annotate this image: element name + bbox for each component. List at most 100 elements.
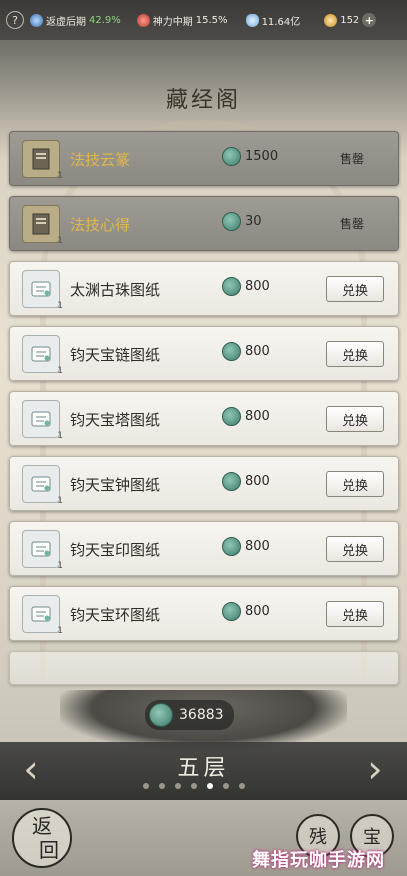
item-name: 钧天宝链图纸 [70,346,161,364]
currency-icon [324,13,338,27]
realm-icon [30,13,43,27]
scroll-icon [31,476,51,491]
add-currency-button[interactable]: + [362,13,377,27]
item-name: 太渊古珠图纸 [70,281,161,299]
item-name: 钧天宝环图纸 [70,606,161,624]
balance-value: 36883 [179,707,224,723]
scroll-icon [31,541,51,556]
item-price: 800 [222,602,270,621]
currency-value: 152 [340,14,360,26]
back-button[interactable]: 返 回 [12,808,72,868]
shop-item-row-partial [9,651,399,685]
next-floor-arrow-icon[interactable]: › [362,748,388,790]
item-name: 钧天宝印图纸 [70,541,161,559]
scroll-icon [31,606,51,621]
spirit-stone-value: 11.64亿 [261,16,301,28]
exchange-button[interactable]: 兑换 [326,276,384,302]
page-dot[interactable] [191,783,197,789]
item-icon-slot[interactable]: 1 [22,204,63,246]
shop-item-row[interactable]: 1 钧天宝链图纸 800 兑换 [9,326,399,381]
item-price: 800 [222,472,270,491]
page-title: 藏经阁 [165,88,241,113]
page-dot[interactable] [223,783,229,789]
price-value: 800 [245,409,270,424]
balance-display: 36883 [145,700,234,730]
exchange-button[interactable]: 兑换 [326,601,384,627]
price-value: 800 [245,344,270,359]
item-price: 1500 [222,147,278,166]
watermark: 舞指玩咖手游网 [252,850,385,871]
item-qty: 1 [57,495,63,506]
item-icon-slot[interactable]: 1 [22,139,63,181]
item-list[interactable]: 1 法技云篆 1500 售罄 1 法技心得 30 售罄 1 太渊古珠图纸 800… [9,131,399,695]
help-button[interactable]: ? [6,11,24,29]
scroll-icon [31,281,51,296]
shop-item-row[interactable]: 1 太渊古珠图纸 800 兑换 [9,261,399,316]
jade-coin-icon [222,472,241,491]
divine-percent: 15.5% [195,14,228,26]
sold-out-label: 售罄 [340,217,365,231]
item-icon-slot[interactable]: 1 [22,464,63,506]
item-price: 800 [222,277,270,296]
floor-label: 五层 [177,756,230,781]
item-name: 法技云篆 [70,151,131,169]
price-value: 800 [245,474,270,489]
item-icon-slot[interactable]: 1 [22,399,63,441]
scroll-icon [31,346,51,361]
page-indicator [143,783,245,789]
status-bar: ? 返虚后期 42.9% 神力中期 15.5% 11.64亿 152 + [0,0,407,40]
realm-percent: 42.9% [89,14,121,26]
shop-item-row[interactable]: 1 钧天宝印图纸 800 兑换 [9,521,399,576]
jade-coin-icon [222,147,241,166]
page-dot[interactable] [239,783,245,789]
item-qty: 1 [57,430,63,441]
shop-item-row[interactable]: 1 法技心得 30 售罄 [9,196,399,251]
item-name: 法技心得 [70,216,131,234]
book-icon [32,213,50,234]
back-label-bottom: 回 [39,838,59,862]
item-price: 30 [222,212,262,231]
shop-item-row[interactable]: 1 钧天宝塔图纸 800 兑换 [9,391,399,446]
item-qty: 1 [57,560,63,571]
shop-item-row[interactable]: 1 法技云篆 1500 售罄 [9,131,399,186]
price-value: 800 [245,279,270,294]
page-dot[interactable] [207,783,213,789]
item-qty: 1 [57,365,63,376]
page-dot[interactable] [159,783,165,789]
jade-coin-icon [222,277,241,296]
page-dot[interactable] [175,783,181,789]
item-name: 钧天宝钟图纸 [70,476,161,494]
spirit-stone-icon [245,13,259,27]
price-value: 800 [245,604,270,619]
exchange-button[interactable]: 兑换 [326,536,384,562]
shop-item-row[interactable]: 1 钧天宝环图纸 800 兑换 [9,586,399,641]
item-qty: 1 [57,300,63,311]
exchange-button[interactable]: 兑换 [326,341,384,367]
item-icon-slot[interactable]: 1 [22,529,63,571]
page-dot[interactable] [143,783,149,789]
jade-coin-icon [222,537,241,556]
realm-label: 返虚后期 [46,16,86,28]
divine-label: 神力中期 [152,16,193,28]
item-icon-slot[interactable]: 1 [22,594,63,636]
item-qty: 1 [57,170,63,181]
item-qty: 1 [57,625,63,636]
scroll-icon [31,411,51,426]
item-qty: 1 [57,235,63,246]
item-icon-slot[interactable]: 1 [22,269,63,311]
exchange-button[interactable]: 兑换 [326,406,384,432]
realm-stat-1: 返虚后期 42.9% [30,13,121,28]
item-icon-slot[interactable]: 1 [22,334,63,376]
jade-coin-icon [222,602,241,621]
jade-coin-icon [222,212,241,231]
book-icon [32,148,50,169]
exchange-button[interactable]: 兑换 [326,471,384,497]
jade-coin-icon [149,703,173,727]
realm-stat-2: 神力中期 15.5% [136,13,228,28]
jade-coin-icon [222,342,241,361]
divine-power-icon [136,13,150,27]
back-label-top: 返 [32,814,52,838]
jade-coin-icon [222,407,241,426]
shop-item-row[interactable]: 1 钧天宝钟图纸 800 兑换 [9,456,399,511]
price-value: 30 [245,214,262,229]
